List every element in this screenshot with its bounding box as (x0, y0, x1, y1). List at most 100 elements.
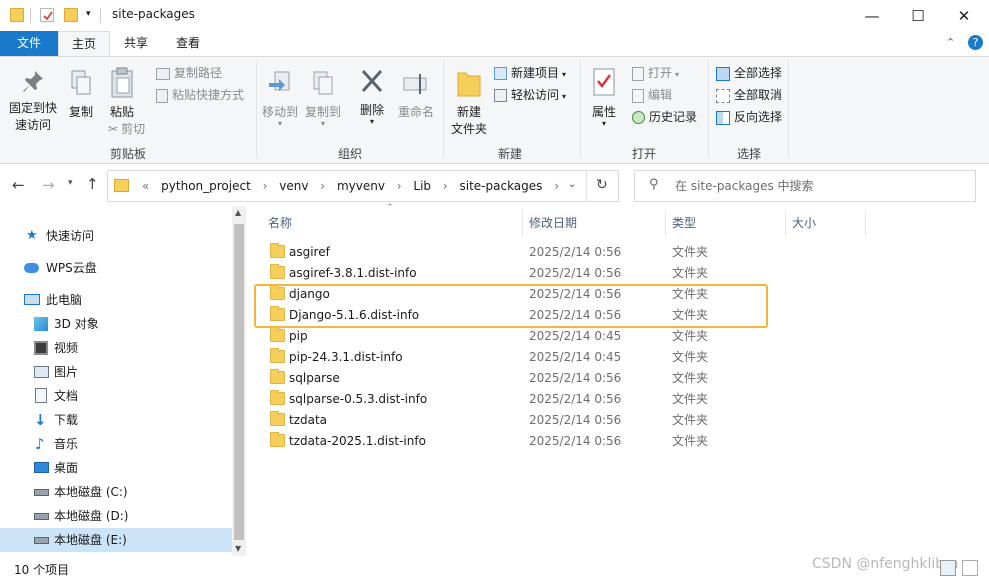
maximize-button[interactable]: ☐ (895, 0, 941, 31)
paste-button[interactable]: 粘贴 (104, 67, 140, 121)
chevron-right-icon[interactable]: › (397, 179, 402, 193)
nav-item-drive-c[interactable]: 本地磁盘 (C:) (0, 480, 232, 504)
large-icons-view-icon[interactable] (962, 560, 978, 576)
nav-item-drive-e[interactable]: 本地磁盘 (E:) (0, 528, 232, 552)
breadcrumb-item[interactable]: myvenv (337, 179, 385, 193)
nav-item-documents[interactable]: 文档 (0, 384, 232, 408)
easy-access-button[interactable]: 轻松访问 ▾ (494, 85, 566, 105)
new-item-icon (494, 67, 507, 80)
nav-item-pictures[interactable]: 图片 (0, 360, 232, 384)
properties-button[interactable]: 属性 ▾ (586, 67, 622, 128)
delete-button[interactable]: 删除 ▾ (354, 67, 390, 126)
address-dropdown-icon[interactable]: ⌄ (568, 179, 576, 190)
column-header-size[interactable]: 大小 (792, 212, 816, 234)
column-header-date[interactable]: 修改日期 (529, 212, 577, 234)
scroll-up-icon[interactable]: ▲ (235, 208, 241, 217)
file-date: 2025/2/14 0:56 (529, 392, 622, 406)
chevron-right-icon[interactable]: › (554, 179, 559, 193)
chevron-right-icon[interactable]: › (263, 179, 268, 193)
column-header-type[interactable]: 类型 (672, 212, 696, 234)
open-button[interactable]: 打开 ▾ (632, 63, 679, 83)
file-type: 文件夹 (672, 266, 709, 280)
move-to-icon (269, 71, 290, 91)
group-separator (256, 61, 257, 159)
nav-item-wps-cloud[interactable]: WPS云盘 (0, 256, 232, 280)
folder-icon (270, 369, 285, 384)
edit-button[interactable]: 编辑 (632, 85, 672, 105)
scissors-icon: ✂ (108, 122, 119, 136)
new-item-button[interactable]: 新建项目 ▾ (494, 63, 566, 83)
music-icon: ♪ (35, 435, 45, 453)
copy-path-button[interactable]: 复制路径 (156, 63, 222, 83)
move-to-button[interactable]: 移动到 ▾ (260, 69, 300, 128)
open-icon (632, 66, 644, 81)
nav-item-quick-access[interactable]: ★ 快速访问 (0, 224, 232, 248)
breadcrumb-item[interactable]: venv (279, 179, 308, 193)
scroll-down-icon[interactable]: ▼ (235, 544, 241, 553)
properties-check-icon[interactable] (40, 8, 54, 22)
file-name: pip-24.3.1.dist-info (289, 350, 403, 364)
chevron-right-icon[interactable]: › (443, 179, 448, 193)
nav-item-desktop[interactable]: 桌面 (0, 456, 232, 480)
file-row[interactable]: asgiref 2025/2/14 0:56 文件夹 (262, 242, 784, 263)
copy-to-button[interactable]: 复制到 ▾ (302, 69, 344, 128)
up-arrow-icon[interactable]: ↑ (86, 175, 99, 193)
breadcrumb-overflow[interactable]: « (142, 179, 149, 193)
highlight-box (254, 284, 768, 328)
drive-icon (34, 513, 49, 520)
file-row[interactable]: pip 2025/2/14 0:45 文件夹 (262, 326, 784, 347)
nav-item-3d-objects[interactable]: 3D 对象 (0, 312, 232, 336)
file-row[interactable]: pip-24.3.1.dist-info 2025/2/14 0:45 文件夹 (262, 347, 784, 368)
details-view-icon[interactable] (940, 560, 956, 576)
select-none-button[interactable]: 全部取消 (716, 85, 782, 105)
recent-locations-icon[interactable]: ▾ (68, 178, 73, 188)
file-row[interactable]: tzdata-2025.1.dist-info 2025/2/14 0:56 文… (262, 431, 784, 452)
search-icon: ⚲ (649, 177, 659, 192)
copy-button[interactable]: 复制 (64, 69, 98, 121)
nav-item-drive-d[interactable]: 本地磁盘 (D:) (0, 504, 232, 528)
nav-item-downloads[interactable]: ↓ 下载 (0, 408, 232, 432)
new-folder-button[interactable]: 新建 文件夹 (447, 67, 491, 138)
column-header-name[interactable]: 名称 (268, 212, 292, 234)
file-type: 文件夹 (672, 371, 709, 385)
minimize-button[interactable]: — (849, 0, 895, 31)
paste-shortcut-icon (156, 88, 168, 103)
nav-scrollbar-thumb[interactable] (234, 224, 244, 540)
tab-view[interactable]: 查看 (164, 31, 212, 56)
new-folder-icon[interactable] (64, 8, 78, 22)
copy-to-icon (313, 71, 333, 95)
history-button[interactable]: 历史记录 (632, 107, 697, 127)
address-bar[interactable]: « python_project › venv › myvenv › Lib ›… (107, 170, 619, 202)
tab-share[interactable]: 共享 (112, 31, 160, 56)
back-arrow-icon[interactable]: ← (12, 176, 25, 194)
chevron-right-icon[interactable]: › (320, 179, 325, 193)
file-row[interactable]: tzdata 2025/2/14 0:56 文件夹 (262, 410, 784, 431)
drive-icon (34, 537, 49, 544)
close-button[interactable]: ✕ (941, 0, 987, 31)
tab-home[interactable]: 主页 (58, 31, 110, 57)
select-all-button[interactable]: 全部选择 (716, 63, 782, 83)
nav-item-videos[interactable]: 视频 (0, 336, 232, 360)
search-input[interactable]: ⚲ 在 site-packages 中搜索 (634, 170, 976, 202)
quick-access-dropdown-icon[interactable]: ▾ (86, 9, 91, 19)
tab-file[interactable]: 文件 (0, 31, 58, 56)
cut-button[interactable]: ✂ 剪切 (108, 119, 145, 139)
paste-shortcut-button[interactable]: 粘贴快捷方式 (156, 85, 244, 105)
file-row[interactable]: sqlparse 2025/2/14 0:56 文件夹 (262, 368, 784, 389)
forward-arrow-icon[interactable]: → (42, 176, 55, 194)
breadcrumb-item[interactable]: site-packages (460, 179, 543, 193)
file-row[interactable]: asgiref-3.8.1.dist-info 2025/2/14 0:56 文… (262, 263, 784, 284)
collapse-ribbon-icon[interactable]: ⌃ (946, 36, 955, 49)
nav-item-this-pc[interactable]: 此电脑 (0, 288, 232, 312)
file-date: 2025/2/14 0:45 (529, 350, 622, 364)
invert-selection-button[interactable]: 反向选择 (716, 107, 782, 127)
file-row[interactable]: sqlparse-0.5.3.dist-info 2025/2/14 0:56 … (262, 389, 784, 410)
refresh-icon[interactable]: ↻ (596, 177, 608, 193)
rename-button[interactable]: 重命名 (394, 69, 438, 121)
help-icon[interactable]: ? (968, 35, 983, 50)
folder-icon (270, 348, 285, 363)
breadcrumb-item[interactable]: Lib (413, 179, 431, 193)
nav-item-music[interactable]: ♪ 音乐 (0, 432, 232, 456)
pin-quick-access-button[interactable]: 固定到快 速访问 (4, 69, 62, 134)
breadcrumb-item[interactable]: python_project (161, 179, 251, 193)
